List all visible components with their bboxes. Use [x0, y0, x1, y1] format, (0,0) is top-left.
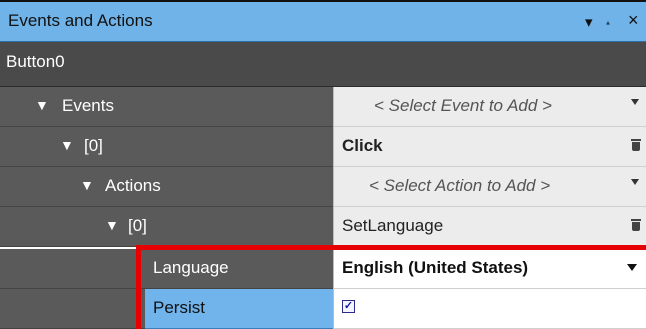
events-label-cell[interactable]: ▼ Events: [0, 87, 333, 127]
events-row: ▼ Events < Select Event to Add >: [0, 87, 646, 127]
persist-label: Persist: [153, 298, 205, 317]
select-event-placeholder: < Select Event to Add >: [374, 96, 552, 115]
close-icon[interactable]: ×: [628, 10, 639, 31]
dropdown-icon[interactable]: ▾: [585, 13, 593, 31]
events-and-actions-panel: Events and Actions ▾ ˔ × Button0 ▼ Event…: [0, 0, 646, 329]
event-0-row: ▼ [0] Click: [0, 127, 646, 167]
panel-title: Events and Actions: [8, 11, 153, 30]
action-0-row: ▼ [0] SetLanguage: [0, 207, 646, 247]
persist-label-cell[interactable]: Persist: [145, 289, 333, 329]
delete-icon[interactable]: [631, 139, 641, 151]
persist-value-cell: ✓: [333, 289, 646, 329]
action-0-name: SetLanguage: [342, 216, 444, 235]
delete-icon[interactable]: [631, 219, 641, 231]
select-event-dropdown[interactable]: < Select Event to Add >: [333, 87, 646, 127]
event-0-name: Click: [342, 136, 383, 155]
actions-label-cell[interactable]: ▼ Actions: [0, 167, 333, 207]
expand-triangle-icon[interactable]: ▼: [105, 217, 119, 233]
language-row: Language English (United States): [0, 249, 646, 289]
language-label: Language: [153, 258, 229, 277]
persist-row: Persist ✓: [0, 289, 646, 329]
expand-triangle-icon[interactable]: ▼: [80, 177, 94, 193]
expand-triangle-icon[interactable]: ▼: [35, 97, 49, 113]
pin-icon[interactable]: ˔: [605, 10, 611, 31]
object-name: Button0: [0, 42, 646, 87]
action-0-label-cell[interactable]: ▼ [0]: [0, 207, 333, 247]
action-0-value[interactable]: SetLanguage: [333, 207, 646, 247]
actions-row: ▼ Actions < Select Action to Add >: [0, 167, 646, 207]
select-action-placeholder: < Select Action to Add >: [369, 176, 551, 195]
expand-triangle-icon[interactable]: ▼: [60, 137, 74, 153]
event-0-label: [0]: [84, 136, 103, 155]
chevron-down-icon: [631, 99, 639, 105]
select-action-dropdown[interactable]: < Select Action to Add >: [333, 167, 646, 207]
language-value: English (United States): [342, 258, 529, 277]
language-dropdown[interactable]: English (United States): [333, 249, 646, 289]
event-0-value[interactable]: Click: [333, 127, 646, 167]
panel-titlebar: Events and Actions ▾ ˔ ×: [0, 0, 646, 42]
event-0-label-cell[interactable]: ▼ [0]: [0, 127, 333, 167]
chevron-down-icon: [631, 179, 639, 185]
action-0-label: [0]: [128, 216, 147, 235]
actions-label: Actions: [105, 176, 161, 195]
persist-checkbox[interactable]: ✓: [342, 300, 355, 313]
language-label-cell[interactable]: Language: [145, 249, 333, 289]
events-label: Events: [62, 96, 114, 115]
chevron-down-icon: [627, 264, 637, 271]
